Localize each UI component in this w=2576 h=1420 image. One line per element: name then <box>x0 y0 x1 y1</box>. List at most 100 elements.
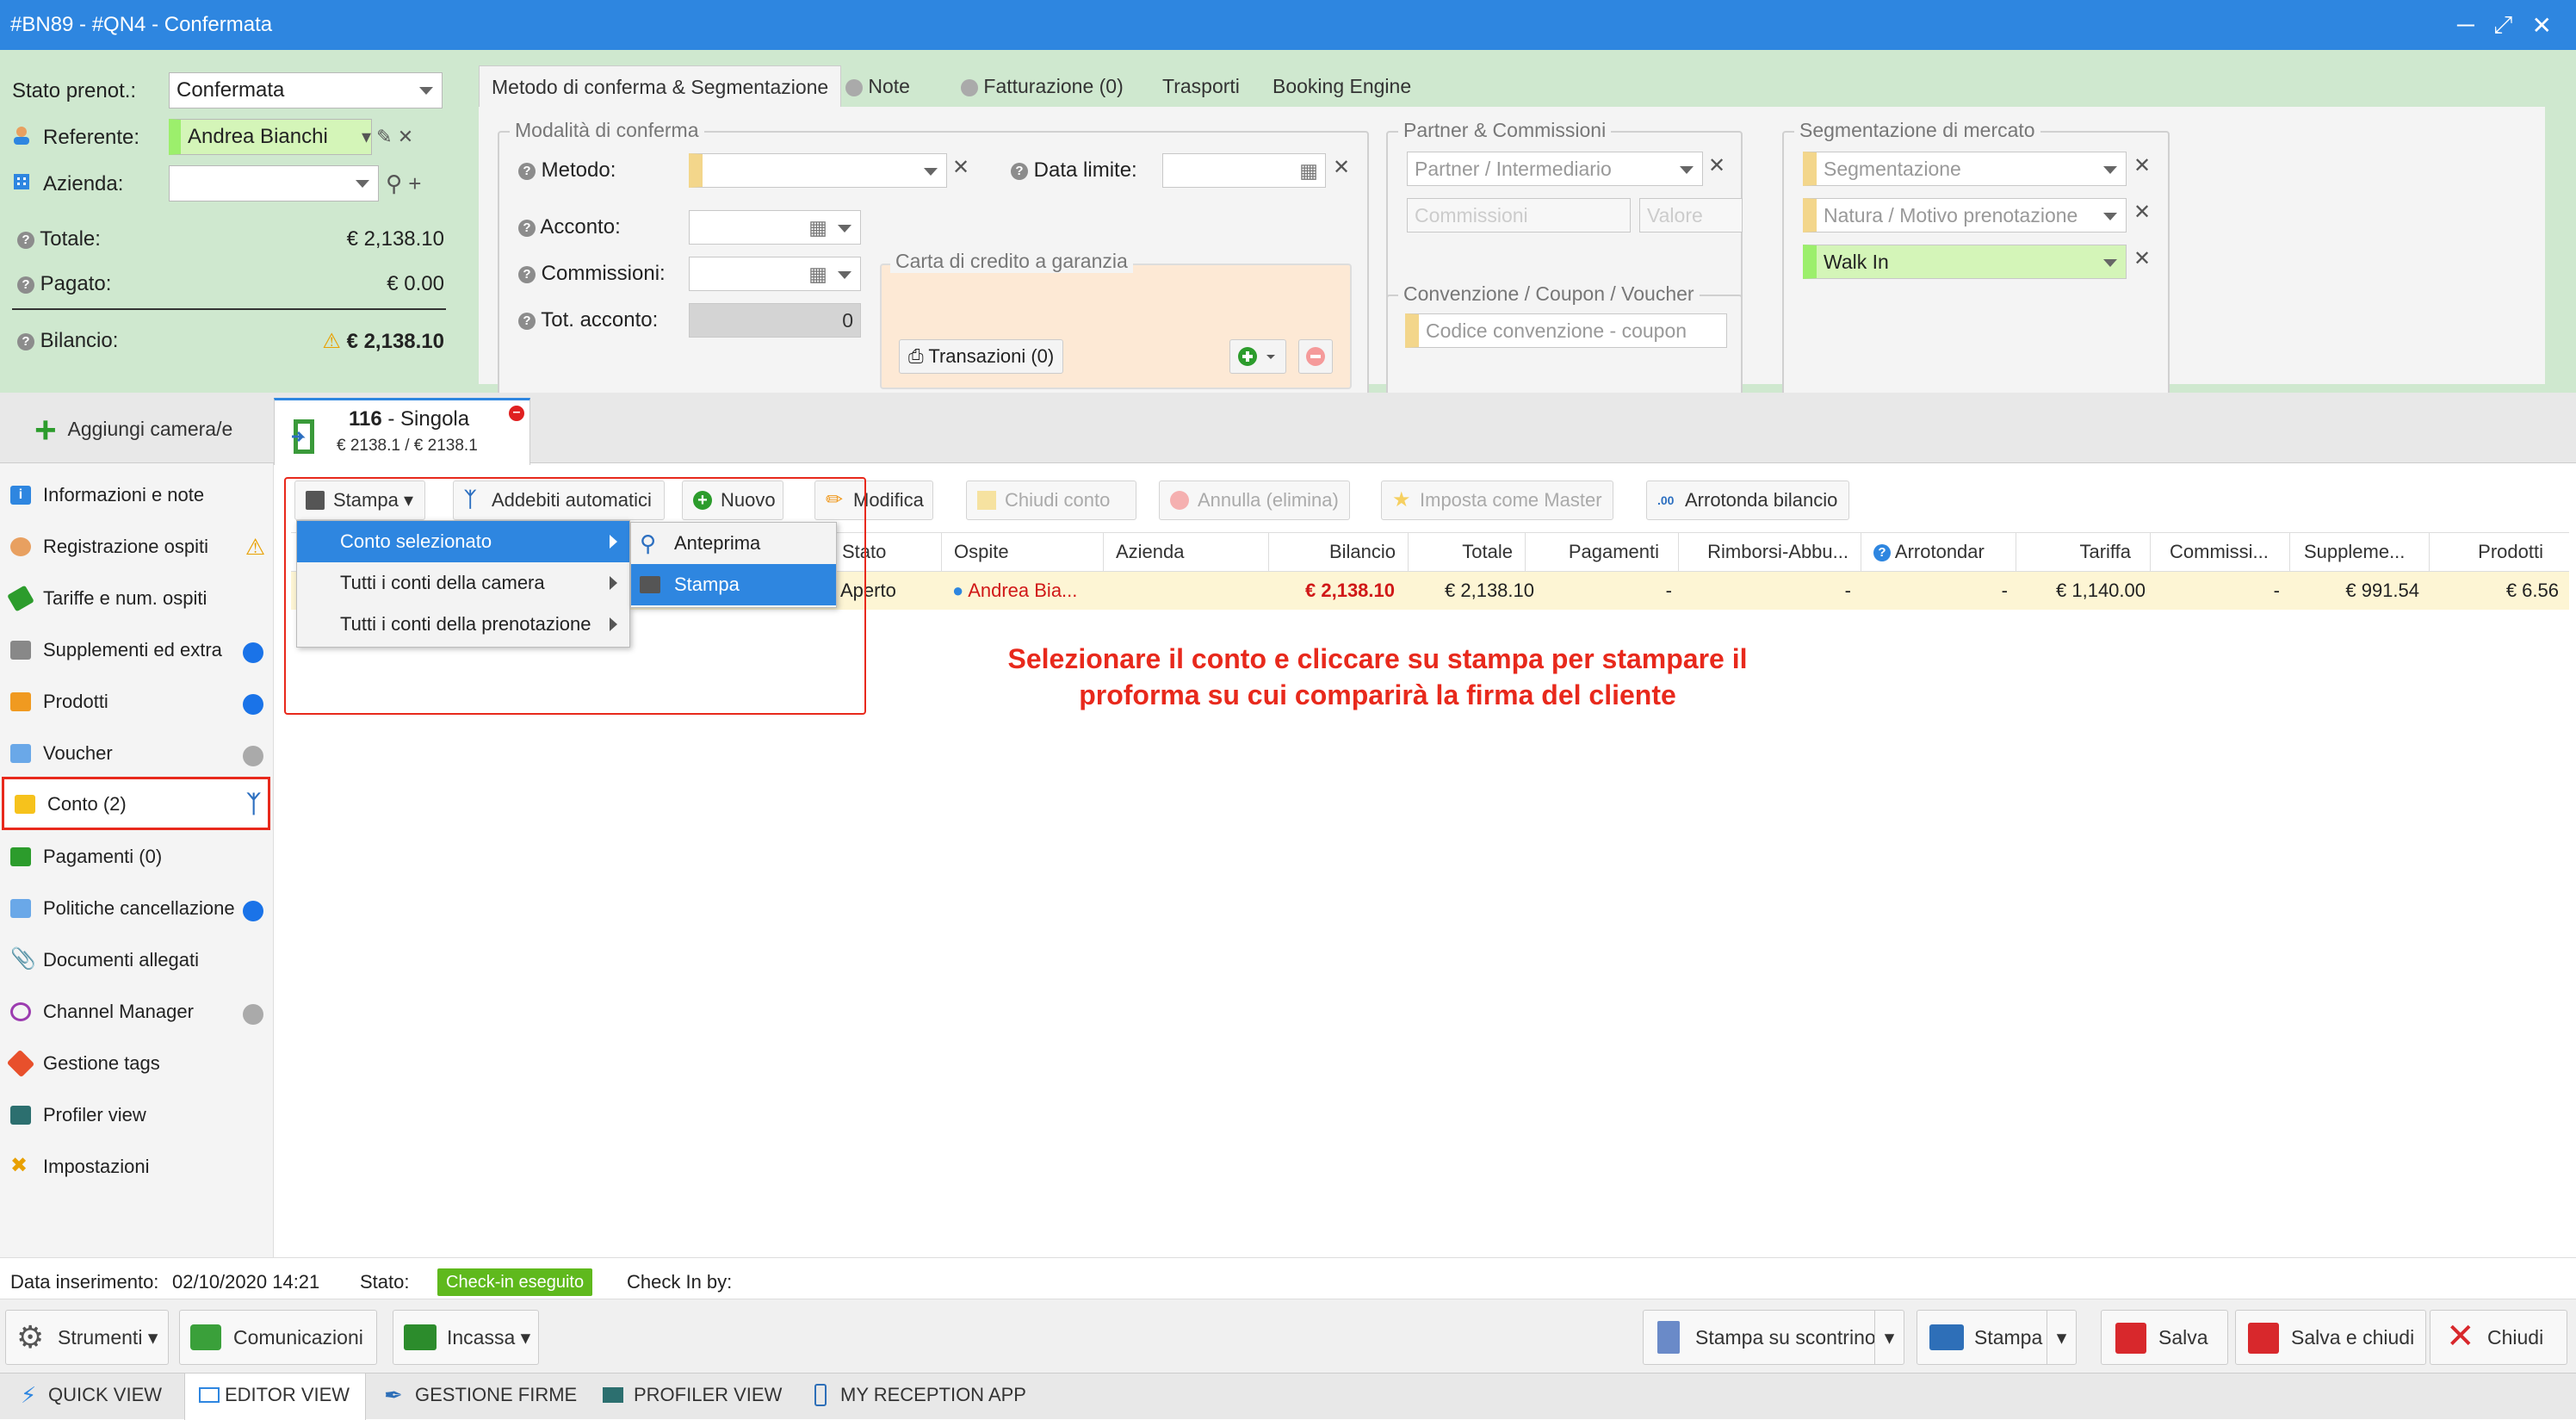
minimize-icon[interactable]: ─ <box>2457 11 2474 39</box>
tab-gestione-firme[interactable]: ✒ GESTIONE FIRME <box>375 1373 577 1417</box>
clear-icon[interactable]: ✕ <box>952 155 969 180</box>
clear-icon[interactable]: ✕ <box>1333 155 1350 180</box>
data-limite-input[interactable]: ▦ <box>1162 153 1326 188</box>
sidebar-item-conto[interactable]: Conto (2) ᛉ <box>2 777 270 830</box>
clear-icon[interactable]: ✕ <box>398 126 413 147</box>
arrotonda-button[interactable]: .00 Arrotonda bilancio <box>1646 481 1849 520</box>
segmentazione-select[interactable]: Segmentazione <box>1803 152 2127 186</box>
tab-booking-engine[interactable]: Booking Engine <box>1260 65 1423 107</box>
room-number: 116 <box>349 407 382 431</box>
walk-in-select[interactable]: Walk In <box>1803 245 2127 279</box>
col-arrotondar[interactable]: ? Arrotondar <box>1861 532 2016 572</box>
add-card-button[interactable] <box>1229 339 1286 374</box>
chevron-down-icon[interactable]: ▾ <box>362 126 371 147</box>
azienda-field[interactable] <box>169 165 379 202</box>
bilancio-value: ⚠ € 2,138.10 <box>258 329 444 354</box>
referente-field[interactable]: Andrea Bianchi <box>169 119 372 155</box>
maximize-icon[interactable]: ⤢ <box>2493 11 2512 40</box>
tab-quick-view[interactable]: ⚡ QUICK VIEW <box>9 1373 162 1417</box>
sidebar-item-registrazione[interactable]: Registrazione ospiti ⚠ <box>0 522 274 572</box>
salva-button[interactable]: Salva <box>2101 1310 2228 1365</box>
chevron-down-icon[interactable]: ▾ <box>1874 1311 1904 1364</box>
tab-trasporti[interactable]: Trasporti <box>1150 65 1252 107</box>
commissioni-input[interactable]: ▦ <box>689 257 861 291</box>
clear-icon[interactable]: ✕ <box>2133 153 2151 178</box>
sidebar-item-prodotti[interactable]: Prodotti <box>0 677 274 727</box>
sidebar-item-tariffe[interactable]: Tariffe e num. ospiti <box>0 574 274 623</box>
highlight-box <box>284 477 866 715</box>
checkin-badge: Check-in eseguito <box>437 1268 593 1296</box>
salva-chiudi-label: Salva e chiudi <box>2291 1326 2415 1349</box>
clear-icon[interactable]: ✕ <box>2133 246 2151 271</box>
col-bilancio[interactable]: Bilancio <box>1269 532 1409 572</box>
bilancio-row: ? Bilancio: <box>17 329 118 353</box>
referente-label: Referente: <box>43 126 140 149</box>
room-type: - Singola <box>381 407 470 431</box>
tab-metodo-conferma[interactable]: Metodo di conferma & Segmentazione <box>479 65 842 107</box>
col-commissioni[interactable]: Commissi... <box>2151 532 2290 572</box>
annotation-line-1: Selezionare il conto e cliccare su stamp… <box>1007 643 1748 674</box>
close-icon[interactable]: ✕ <box>2532 11 2552 40</box>
col-rimborsi[interactable]: Rimborsi-Abbu... <box>1679 532 1861 572</box>
add-icon[interactable]: + <box>408 171 421 196</box>
chiudi-button[interactable]: ✕ Chiudi <box>2430 1310 2567 1365</box>
sidebar-item-voucher[interactable]: Voucher <box>0 729 274 778</box>
sidebar-item-informazioni[interactable]: i Informazioni e note <box>0 470 274 520</box>
edit-icon[interactable]: ✎ <box>376 126 392 147</box>
comunicazioni-button[interactable]: Comunicazioni ▾ <box>179 1310 377 1402</box>
col-totale[interactable]: Totale <box>1409 532 1526 572</box>
remove-card-button[interactable] <box>1298 339 1333 374</box>
col-tariffa[interactable]: Tariffa <box>2016 532 2151 572</box>
commissioni-row: ? Commissioni: <box>518 262 666 286</box>
tab-fatturazione[interactable]: Fatturazione (0) <box>949 65 1136 107</box>
calendar-icon[interactable]: ▦ <box>1299 154 1318 187</box>
sidebar-item-supplementi[interactable]: Supplementi ed extra <box>0 625 274 675</box>
acconto-input[interactable]: ▦ <box>689 210 861 245</box>
sidebar-item-politiche[interactable]: Politiche cancellazione <box>0 884 274 933</box>
transazioni-button[interactable]: ⎙ Transazioni (0) <box>899 339 1064 374</box>
sidebar-item-label: Politiche cancellazione <box>43 897 235 919</box>
clear-icon[interactable]: ✕ <box>2133 200 2151 225</box>
stampa-scontrino-button[interactable]: Stampa su scontrino ▾ <box>1643 1310 1904 1365</box>
col-ospite[interactable]: Ospite <box>947 532 1104 572</box>
incassa-button[interactable]: Incassa ▾ <box>393 1310 539 1365</box>
col-azienda[interactable]: Azienda <box>1109 532 1269 572</box>
view-tabs-bar: ⚡ QUICK VIEW EDITOR VIEW ✒ GESTIONE FIRME … <box>0 1373 2576 1420</box>
sidebar-item-pagamenti[interactable]: Pagamenti (0) <box>0 832 274 882</box>
room-tab-116[interactable]: 116 - Singola € 2138.1 / € 2138.1 – <box>274 398 530 465</box>
sidebar-item-channel-manager[interactable]: Channel Manager <box>0 987 274 1037</box>
search-icon[interactable]: ⚲ <box>386 171 402 196</box>
metodo-row: ? Metodo: <box>518 158 616 183</box>
convenzione-input[interactable]: Codice convenzione - coupon <box>1405 313 1727 348</box>
tab-editor-view[interactable]: EDITOR VIEW <box>184 1373 367 1420</box>
sidebar-item-tags[interactable]: Gestione tags <box>0 1039 274 1088</box>
window-titlebar: #BN89 - #QN4 - Confermata <box>0 0 2576 50</box>
remove-room-icon[interactable]: – <box>509 406 524 421</box>
valore-input: Valore <box>1639 198 1743 233</box>
chevron-down-icon[interactable]: ▾ <box>2047 1311 2076 1364</box>
tab-note[interactable]: Note <box>833 65 922 107</box>
tools-icon: ✖ <box>10 1154 28 1177</box>
strumenti-button[interactable]: ⚙ Strumenti ▾ <box>5 1310 169 1365</box>
natura-select[interactable]: Natura / Motivo prenotazione <box>1803 198 2127 233</box>
sidebar-item-documenti[interactable]: 📎 Documenti allegati <box>0 935 274 985</box>
add-room-button[interactable]: + Aggiungi camera/e <box>34 408 232 451</box>
col-pagamenti[interactable]: Pagamenti <box>1526 532 1679 572</box>
tab-my-reception-app[interactable]: MY RECEPTION APP <box>801 1373 1026 1417</box>
tab-profiler-view[interactable]: PROFILER VIEW <box>594 1373 782 1417</box>
metodo-select[interactable] <box>689 153 947 188</box>
stato-select[interactable]: Confermata <box>169 72 443 109</box>
stampa-button[interactable]: Stampa ▾ <box>1917 1310 2077 1365</box>
clear-icon[interactable]: ✕ <box>1708 153 1725 178</box>
sidebar-item-label: Gestione tags <box>43 1052 160 1074</box>
col-arrotondar-label: Arrotondar <box>1894 541 1985 562</box>
calculator-icon[interactable]: ▦ <box>808 211 827 244</box>
col-supplementi[interactable]: Suppleme... <box>2290 532 2430 572</box>
sidebar-item-label: Conto (2) <box>47 793 127 815</box>
sidebar-item-impostazioni[interactable]: ✖ Impostazioni <box>0 1142 274 1192</box>
partner-select[interactable]: Partner / Intermediario <box>1407 152 1703 186</box>
calculator-icon[interactable]: ▦ <box>808 257 827 290</box>
sidebar-item-profiler[interactable]: Profiler view <box>0 1090 274 1140</box>
salva-chiudi-button[interactable]: Salva e chiudi <box>2235 1310 2426 1365</box>
col-prodotti[interactable]: Prodotti <box>2430 532 2569 572</box>
